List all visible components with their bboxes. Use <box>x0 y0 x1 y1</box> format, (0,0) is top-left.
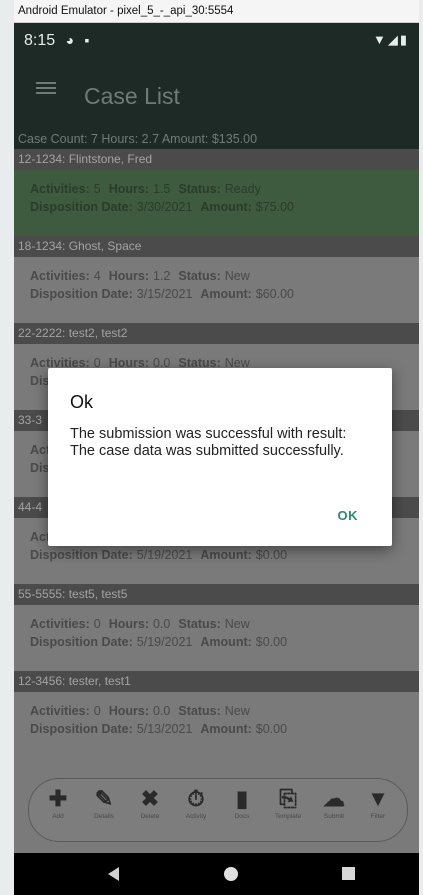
disposition-date-value: 3/30/2021 <box>136 200 193 214</box>
disposition-date-label: Disposition Date: <box>30 722 133 736</box>
amount-value: $0.00 <box>255 635 288 649</box>
emulator-title-bar: Android Emulator - pixel_5_-_api_30:5554 <box>14 0 419 23</box>
hours-value: 0.0 <box>152 704 171 718</box>
submit-button[interactable]: ☁ Submit <box>311 785 357 820</box>
case-summary: Case Count: 7 Hours: 2.7 Amount: $135.00 <box>14 129 419 149</box>
amount-value: $60.00 <box>255 287 295 301</box>
case-header: 18-1234: Ghost, Space <box>14 236 419 257</box>
status-value: New <box>224 704 250 718</box>
disposition-date-value: 5/19/2021 <box>136 548 193 562</box>
case-item[interactable]: 55-5555: test5, test5 Activities: 0 Hours:… <box>14 584 419 671</box>
notification-icon: ◕ <box>65 32 75 48</box>
status-label: Status: <box>178 182 221 196</box>
amount-label: Amount: <box>200 722 252 736</box>
activities-label: Activities: <box>30 182 90 196</box>
emulator-title: Android Emulator - pixel_5_-_api_30:5554 <box>18 5 234 17</box>
activities-label: Activities: <box>30 617 90 631</box>
case-details: Activities: 5 Hours: 1.5 Status: Ready Dispos… <box>14 170 419 236</box>
disposition-date-label: Disposition Date: <box>30 548 133 562</box>
hours-label: Hours: <box>108 269 149 283</box>
recents-icon[interactable] <box>342 867 355 880</box>
dialog-message: The submission was successful with resul… <box>70 426 347 459</box>
amount-label: Amount: <box>200 200 252 214</box>
hours-value: 1.2 <box>152 269 171 283</box>
page-title: Case List <box>84 83 180 109</box>
docs-button[interactable]: ▮ Docs <box>219 785 265 820</box>
status-time: 8:15 <box>24 32 56 49</box>
delete-button[interactable]: ✖ Delete <box>127 785 173 820</box>
activities-value: 0 <box>93 617 101 631</box>
hamburger-menu-icon[interactable] <box>36 79 56 99</box>
hours-label: Hours: <box>108 182 149 196</box>
activity-button[interactable]: ⏱ Activity <box>173 785 219 820</box>
sd-card-icon: ▪ <box>84 32 90 48</box>
details-button[interactable]: ✎ Details <box>81 785 127 820</box>
case-header: 12-1234: Flintstone, Fred <box>14 149 419 170</box>
status-label: Status: <box>178 269 221 283</box>
signal-battery-icons: ▼◢▮ <box>372 32 409 47</box>
delete-x-icon: ✖ <box>140 786 160 811</box>
case-details: Activities: 4 Hours: 1.2 Status: New Disposit… <box>14 257 419 323</box>
disposition-date-value: 5/19/2021 <box>136 635 193 649</box>
system-navigation-bar <box>14 853 419 895</box>
home-icon[interactable] <box>224 867 238 881</box>
case-details: Activities:0 Hours:0.0 Status:New Disposit… <box>14 692 419 758</box>
disposition-date-value: 5/13/2021 <box>136 722 193 736</box>
bottom-toolbar: ✚ Add ✎ Details ✖ Delete ⏱ Activity ▮ Docs ⎘ T… <box>28 778 408 842</box>
back-icon[interactable] <box>108 867 119 881</box>
hours-value: 0.0 <box>152 617 171 631</box>
amount-label: Amount: <box>200 548 252 562</box>
amount-value: $0.00 <box>255 722 288 736</box>
case-item[interactable]: 12-3456: tester, test1 Activities: 0 Hours… <box>14 671 419 758</box>
case-header: 22-2222: test2, test2 <box>14 323 419 344</box>
amount-value: $0.00 <box>255 548 288 562</box>
disposition-date-label: Disposition Date: <box>30 635 133 649</box>
status-label: Status: <box>178 617 221 631</box>
plus-icon: ✚ <box>48 786 68 811</box>
edit-icon: ✎ <box>94 786 114 811</box>
activities-value: 4 <box>93 269 101 283</box>
activities-value: 5 <box>93 182 101 196</box>
template-icon: ⎘ <box>279 786 297 811</box>
activities-label: Activities: <box>30 269 90 283</box>
filter-icon: ▼ <box>367 786 389 811</box>
status-value: New <box>224 617 250 631</box>
app-bar: Case List <box>14 57 419 129</box>
filter-button[interactable]: ▼ Filter <box>355 785 401 820</box>
stopwatch-icon: ⏱ <box>187 786 205 811</box>
hours-label: Hours: <box>108 704 149 718</box>
amount-label: Amount: <box>200 287 252 301</box>
add-button[interactable]: ✚ Add <box>35 785 81 820</box>
activities-label: Activities: <box>30 704 90 718</box>
document-icon: ▮ <box>235 786 249 811</box>
case-header: 12-3456: tester, test1 <box>14 671 419 692</box>
status-value: New <box>224 269 250 283</box>
template-button[interactable]: ⎘ Template <box>265 785 311 820</box>
status-bar: 8:15 ◕ ▪ ▼◢▮ <box>14 23 419 57</box>
status-label: Status: <box>178 704 221 718</box>
dialog-ok-button[interactable]: OK <box>338 508 359 523</box>
ok-dialog: Ok The submission was successful with re… <box>48 368 392 546</box>
amount-value: $75.00 <box>255 200 295 214</box>
status-value: Ready <box>224 182 261 196</box>
dialog-title: Ok <box>70 392 94 412</box>
case-header: 55-5555: test5, test5 <box>14 584 419 605</box>
case-details: Activities:0 Hours:0.0 Status:New Disposit… <box>14 605 419 671</box>
disposition-date-label: Disposition Date: <box>30 287 133 301</box>
hours-label: Hours: <box>108 617 149 631</box>
case-item[interactable]: 12-1234: Flintstone, Fred Activities: 5 Ho… <box>14 149 419 236</box>
disposition-date-value: 3/15/2021 <box>136 287 193 301</box>
hours-value: 1.5 <box>152 182 171 196</box>
cloud-upload-icon: ☁ <box>323 786 345 811</box>
activities-value: 0 <box>93 704 101 718</box>
disposition-date-label: Disposition Date: <box>30 200 133 214</box>
amount-label: Amount: <box>200 635 252 649</box>
case-item[interactable]: 18-1234: Ghost, Space Activities: 4 Hours:… <box>14 236 419 323</box>
